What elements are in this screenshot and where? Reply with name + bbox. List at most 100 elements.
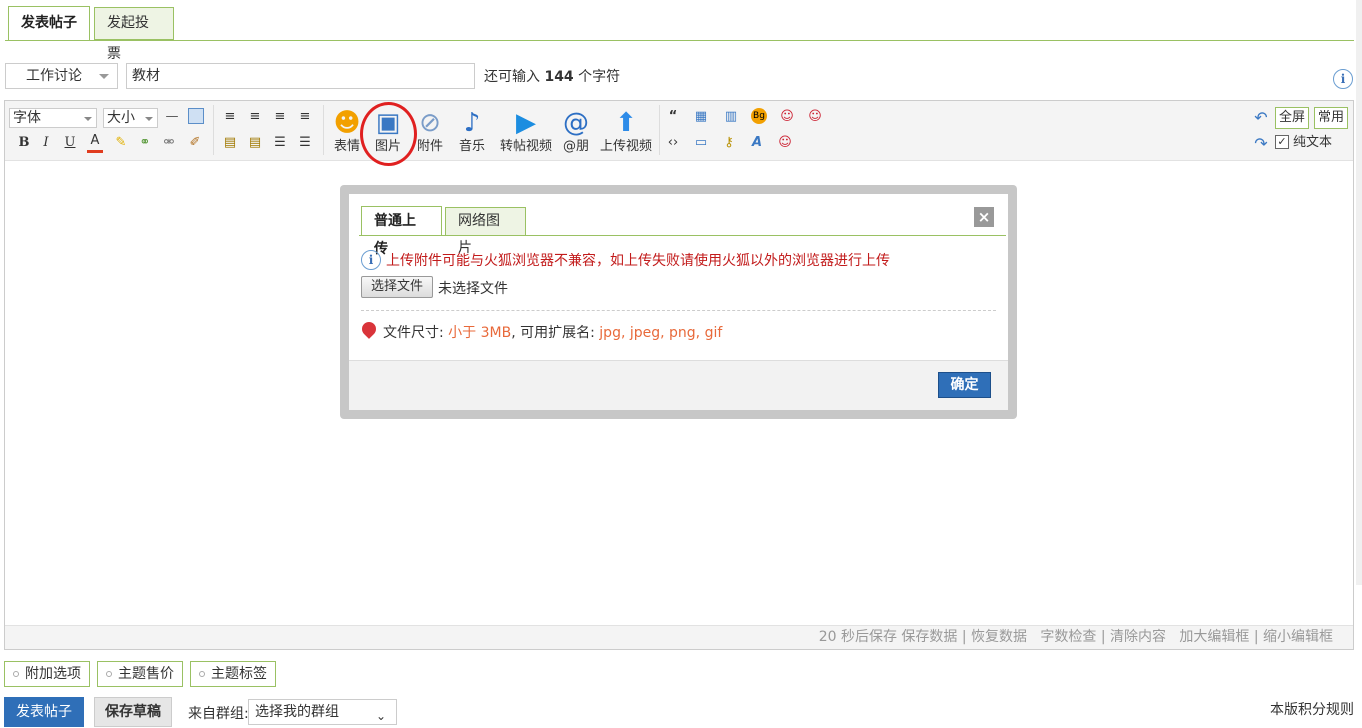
chevron-down-icon [99,74,109,79]
fullscreen-button[interactable]: 全屏 [1275,107,1309,129]
common-button[interactable]: 常用 [1314,107,1348,129]
dialog-footer: 确定 [349,360,1008,410]
title-input[interactable]: 教材 [126,63,475,89]
tab-normal-upload[interactable]: 普通上传 [361,206,442,257]
pin-icon [359,319,379,339]
underline-button[interactable]: U [63,134,77,152]
repost-video-label: 转帖视频 [499,139,552,154]
italic-button[interactable]: I [39,134,53,152]
toolbar-separator [323,105,324,155]
group-label: 来自群组: [188,706,249,722]
word-count-link[interactable]: 字数检查 [1040,629,1096,645]
at-icon: @ [563,108,589,138]
remain-prefix: 还可输入 [484,69,540,85]
code-icon[interactable]: ▦ [693,108,709,126]
scoring-rules-link[interactable]: 本版积分规则 [1270,699,1354,719]
dialog-tabs-divider [359,235,1006,236]
align-left-icon[interactable]: ≡ [222,108,238,126]
link-icon[interactable]: ⚭ [137,134,153,152]
scrollbar[interactable] [1356,0,1362,585]
file-requirements: 文件尺寸: 小于 3MB, 可用扩展名: jpg, jpeg, png, gif [383,322,722,342]
ordered-list-icon[interactable]: ☰ [272,134,288,152]
topic-tags-button[interactable]: 主题标签 [190,661,276,687]
page-break-icon[interactable]: ▭ [693,134,709,152]
qq-icon[interactable]: ☺ [807,108,823,126]
topic-tags-label: 主题标签 [211,666,267,682]
close-icon[interactable]: × [974,207,994,227]
plain-text-checkbox[interactable]: ✓ [1275,135,1289,149]
text-style-icon[interactable]: A [749,134,765,152]
plain-text-label: 纯文本 [1293,135,1333,150]
bold-button[interactable]: B [17,134,31,152]
highlight-circle [360,102,417,166]
toolbar-separator [659,105,660,155]
extra-options-label: 附加选项 [25,666,81,682]
choose-file-button[interactable]: 选择文件 [361,276,433,298]
table-icon[interactable] [188,108,204,124]
shrink-editor-link[interactable]: 缩小编辑框 [1263,629,1333,645]
chevron-down-icon: ⌄ [375,709,386,723]
upload-video-label: 上传视频 [599,139,652,154]
hr-icon[interactable]: — [165,108,179,126]
save-data-link[interactable]: 保存数据 [901,629,957,645]
size-select-value: 大小 [107,110,135,126]
upload-dialog: 普通上传 网络图片 × i 上传附件可能与火狐浏览器不兼容，如上传失败请使用火狐… [340,185,1017,419]
music-icon: ♪ [463,108,481,138]
remain-count: 144 [544,69,574,85]
mention-button[interactable]: @ @朋 [554,107,598,155]
editor-status-bar: 20 秒后保存 保存数据 | 恢复数据 字数检查 | 清除内容 加大编辑框 | … [5,625,1353,649]
font-select-value: 字体 [13,110,41,126]
enlarge-editor-link[interactable]: 加大编辑框 [1179,629,1249,645]
html-icon[interactable]: ‹› [665,134,681,152]
extra-options-button[interactable]: 附加选项 [4,661,90,687]
qq-icon[interactable]: ☺ [779,108,795,126]
qq-icon[interactable]: ☺ [777,134,793,152]
bullet-list-icon[interactable]: ☰ [297,134,313,152]
upload-icon: ⬆ [615,108,637,138]
highlight-icon[interactable]: ✎ [113,134,129,152]
tab-web-image[interactable]: 网络图片 [445,207,526,256]
ext-label: , 可用扩展名: [511,325,595,341]
topic-price-button[interactable]: 主题售价 [97,661,183,687]
chevron-down-icon [84,117,92,121]
radio-dot-icon [199,671,205,677]
remain-suffix: 个字符 [578,69,621,85]
clear-content-link[interactable]: 清除内容 [1110,629,1166,645]
music-button[interactable]: ♪ 音乐 [450,107,494,155]
radio-dot-icon [13,671,19,677]
font-color-button[interactable]: A [87,132,103,153]
unlink-icon[interactable]: ⚮ [161,134,177,152]
restore-data-link[interactable]: 恢复数据 [971,629,1027,645]
tab-post[interactable]: 发表帖子 [8,6,90,41]
ext-value: jpg, jpeg, png, gif [599,325,723,341]
size-select[interactable]: 大小 [103,108,158,128]
float-right-icon[interactable]: ▤ [247,134,263,152]
size-value: 小于 3MB [448,325,512,341]
editor-toolbar: 字体 大小 — B I U A ✎ ⚭ ⚮ ✐ ≡ ≡ ≡ ≡ ▤ ▤ ☰ ☰ … [5,101,1353,161]
float-left-icon[interactable]: ▤ [222,134,238,152]
key-icon[interactable]: ⚷ [721,134,737,152]
align-right-icon[interactable]: ≡ [272,108,288,126]
radio-dot-icon [106,671,112,677]
info-icon: i [361,250,381,270]
firefox-warning: 上传附件可能与火狐浏览器不兼容，如上传失败请使用火狐以外的浏览器进行上传 [386,253,890,269]
redo-icon[interactable]: ↷ [1252,135,1270,153]
columns-icon[interactable]: ▥ [723,108,739,126]
video-icon: ▶ [516,108,536,138]
tabs-divider [5,40,1354,41]
repost-video-button[interactable]: ▶ 转帖视频 [498,107,554,155]
group-select[interactable]: 选择我的群组 ⌄ [248,699,397,725]
align-center-icon[interactable]: ≡ [247,108,263,126]
upload-video-button[interactable]: ⬆ 上传视频 [598,107,654,155]
font-select[interactable]: 字体 [9,108,97,128]
align-justify-icon[interactable]: ≡ [297,108,313,126]
quote-icon[interactable]: “ [665,108,681,126]
bg-icon[interactable]: Bg [751,108,767,124]
tab-vote[interactable]: 发起投票 [94,7,174,62]
category-select[interactable]: 工作讨论 [5,63,118,89]
clear-format-icon[interactable]: ✐ [187,134,203,152]
info-icon[interactable]: i [1333,69,1353,89]
undo-icon[interactable]: ↶ [1252,109,1270,127]
confirm-button[interactable]: 确定 [938,372,991,398]
topic-price-label: 主题售价 [118,666,174,682]
